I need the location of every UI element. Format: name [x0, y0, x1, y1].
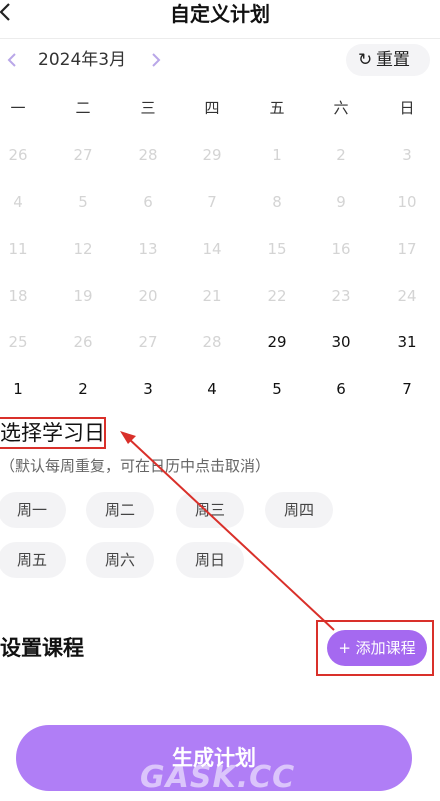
- calendar-day[interactable]: 29: [192, 140, 232, 170]
- calendar-day[interactable]: 30: [321, 327, 361, 357]
- calendar-day[interactable]: 8: [257, 187, 297, 217]
- weekday-label: 六: [333, 99, 349, 117]
- calendar-day[interactable]: 15: [257, 234, 297, 264]
- calendar-day[interactable]: 1: [257, 140, 297, 170]
- calendar-day[interactable]: 27: [63, 140, 103, 170]
- calendar-day[interactable]: 14: [192, 234, 232, 264]
- weekday-label: 日: [399, 99, 415, 117]
- weekday-label: 五: [269, 99, 285, 117]
- header-divider: [0, 38, 440, 39]
- calendar-day[interactable]: 26: [63, 327, 103, 357]
- calendar-day[interactable]: 1: [0, 374, 38, 404]
- calendar-day[interactable]: 28: [192, 327, 232, 357]
- calendar-day[interactable]: 17: [387, 234, 427, 264]
- calendar-day[interactable]: 25: [0, 327, 38, 357]
- day-pill-sat[interactable]: 周六: [86, 542, 154, 578]
- day-pill-sun[interactable]: 周日: [176, 542, 244, 578]
- study-days-hint: （默认每周重复，可在日历中点击取消）: [0, 457, 271, 475]
- calendar-day[interactable]: 22: [257, 281, 297, 311]
- calendar-day[interactable]: 24: [387, 281, 427, 311]
- calendar-day[interactable]: 18: [0, 281, 38, 311]
- weekday-label: 一: [10, 99, 26, 117]
- header: 自定义计划: [0, 0, 440, 36]
- calendar-day[interactable]: 31: [387, 327, 427, 357]
- watermark: GASK.CC: [140, 760, 296, 795]
- calendar-day[interactable]: 3: [387, 140, 427, 170]
- calendar-day[interactable]: 9: [321, 187, 361, 217]
- calendar-day[interactable]: 7: [192, 187, 232, 217]
- calendar-day[interactable]: 6: [321, 374, 361, 404]
- calendar-day[interactable]: 6: [128, 187, 168, 217]
- calendar-day[interactable]: 5: [63, 187, 103, 217]
- calendar-day[interactable]: 16: [321, 234, 361, 264]
- calendar-day[interactable]: 3: [128, 374, 168, 404]
- prev-month-icon[interactable]: [0, 46, 26, 74]
- calendar-day[interactable]: 13: [128, 234, 168, 264]
- calendar-day[interactable]: 2: [63, 374, 103, 404]
- calendar-day[interactable]: 10: [387, 187, 427, 217]
- courses-title: 设置课程: [0, 636, 84, 660]
- day-pill-wed[interactable]: 周三: [176, 492, 244, 528]
- calendar-day[interactable]: 11: [0, 234, 38, 264]
- month-navigator: 2024年3月 ↻ 重置: [0, 44, 440, 76]
- calendar-day[interactable]: 4: [0, 187, 38, 217]
- calendar-day[interactable]: 4: [192, 374, 232, 404]
- calendar-day[interactable]: 19: [63, 281, 103, 311]
- page-title: 自定义计划: [170, 2, 270, 26]
- calendar-day[interactable]: 5: [257, 374, 297, 404]
- annotation-box: [0, 417, 106, 449]
- weekday-header: 一 二 三 四 五 六 日: [0, 94, 440, 122]
- calendar-day[interactable]: 12: [63, 234, 103, 264]
- day-pill-thu[interactable]: 周四: [265, 492, 333, 528]
- calendar-day[interactable]: 28: [128, 140, 168, 170]
- refresh-icon: ↻: [358, 50, 373, 70]
- calendar-day[interactable]: 23: [321, 281, 361, 311]
- next-month-icon[interactable]: [142, 46, 170, 74]
- reset-button[interactable]: ↻ 重置: [346, 44, 430, 76]
- weekday-label: 四: [204, 99, 220, 117]
- weekday-label: 三: [140, 99, 156, 117]
- calendar-day[interactable]: 29: [257, 327, 297, 357]
- day-pill-mon[interactable]: 周一: [0, 492, 66, 528]
- weekday-label: 二: [75, 99, 91, 117]
- month-label: 2024年3月: [38, 50, 127, 70]
- calendar-day[interactable]: 27: [128, 327, 168, 357]
- day-pill-fri[interactable]: 周五: [0, 542, 66, 578]
- calendar-day[interactable]: 2: [321, 140, 361, 170]
- calendar-day[interactable]: 7: [387, 374, 427, 404]
- calendar-day[interactable]: 26: [0, 140, 38, 170]
- calendar-day[interactable]: 21: [192, 281, 232, 311]
- reset-label: 重置: [376, 50, 410, 70]
- calendar-day[interactable]: 20: [128, 281, 168, 311]
- annotation-box: [316, 620, 434, 676]
- day-pill-tue[interactable]: 周二: [86, 492, 154, 528]
